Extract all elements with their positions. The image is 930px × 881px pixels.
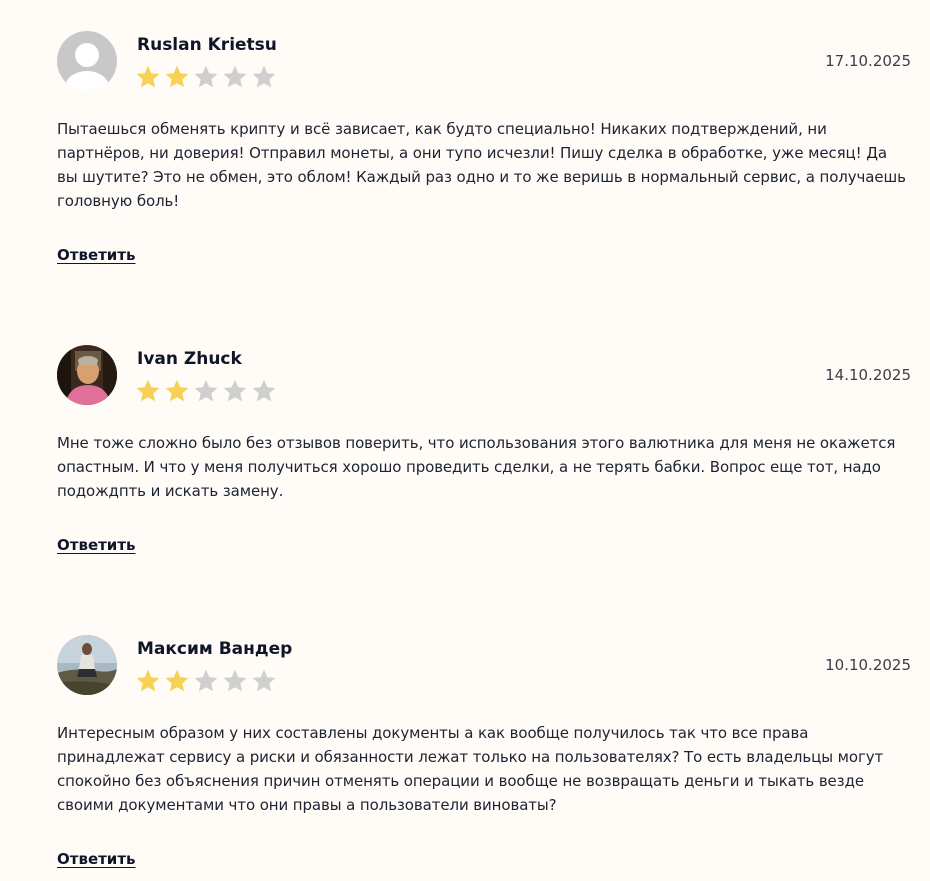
reviews-list: Ruslan Krietsu 17.10.2025 Пытаешься обме… <box>0 0 930 881</box>
review-author: Ivan Zhuck <box>137 349 242 369</box>
reply-link[interactable]: Ответить <box>57 246 136 264</box>
reply-link[interactable]: Ответить <box>57 536 136 554</box>
review-author: Максим Вандер <box>137 639 293 659</box>
review-date: 10.10.2025 <box>825 656 911 674</box>
review-text: Пытаешься обменять крипту и всё зависает… <box>57 120 906 210</box>
user-avatar <box>57 345 117 405</box>
star-filled-icon <box>165 669 189 692</box>
rating-stars <box>135 378 277 404</box>
star-filled-icon <box>136 379 160 402</box>
rating-stars <box>135 64 277 90</box>
star-empty-icon <box>252 65 276 88</box>
star-empty-icon <box>223 379 247 402</box>
star-filled-icon <box>165 65 189 88</box>
review-text: Мне тоже сложно было без отзывов поверит… <box>57 434 896 500</box>
review-item: Ruslan Krietsu 17.10.2025 Пытаешься обме… <box>57 31 911 264</box>
review-author: Ruslan Krietsu <box>137 35 277 55</box>
review-text: Интересным образом у них составлены доку… <box>57 724 884 814</box>
review-item: Максим Вандер 10.10.2025 Интересным обра… <box>57 635 911 868</box>
default-avatar-icon <box>57 31 117 91</box>
review-header: Ivan Zhuck 14.10.2025 <box>57 345 911 407</box>
star-empty-icon <box>223 65 247 88</box>
star-empty-icon <box>223 669 247 692</box>
star-empty-icon <box>252 379 276 402</box>
review-date: 17.10.2025 <box>825 52 911 70</box>
star-empty-icon <box>194 669 218 692</box>
star-empty-icon <box>194 379 218 402</box>
star-empty-icon <box>252 669 276 692</box>
review-item: Ivan Zhuck 14.10.2025 Мне тоже сложно бы… <box>57 345 911 554</box>
rating-stars <box>135 668 277 694</box>
star-empty-icon <box>194 65 218 88</box>
star-filled-icon <box>136 669 160 692</box>
review-header: Максим Вандер 10.10.2025 <box>57 635 911 697</box>
review-date: 14.10.2025 <box>825 366 911 384</box>
reply-link[interactable]: Ответить <box>57 850 136 868</box>
star-filled-icon <box>165 379 189 402</box>
review-header: Ruslan Krietsu 17.10.2025 <box>57 31 911 93</box>
star-filled-icon <box>136 65 160 88</box>
user-avatar <box>57 635 117 695</box>
